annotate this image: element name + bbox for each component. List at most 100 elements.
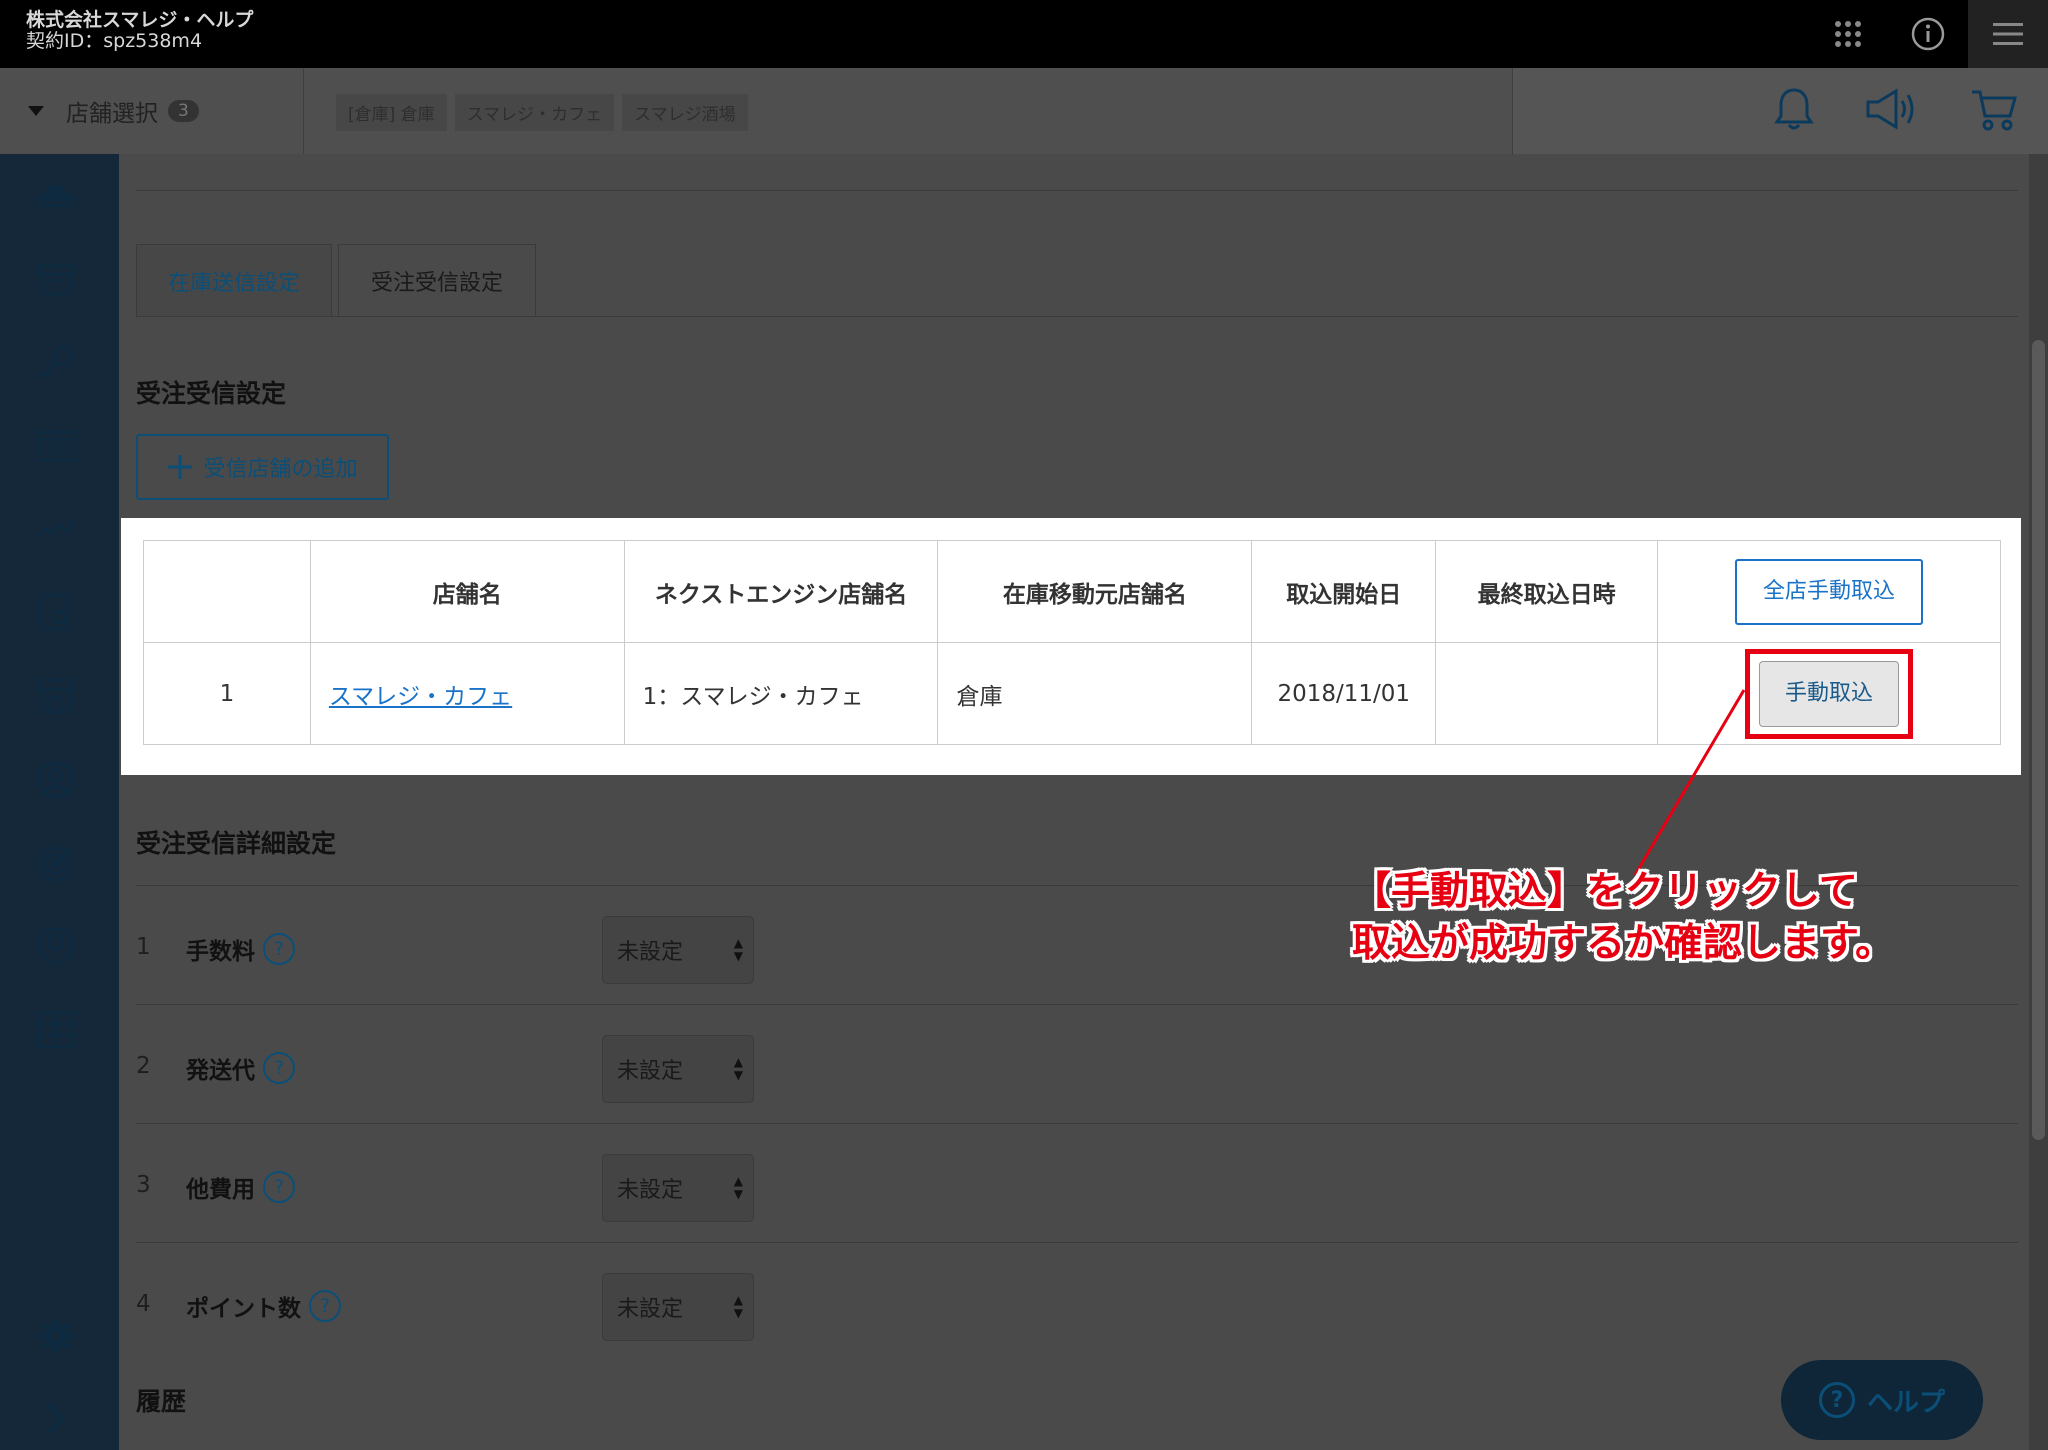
select-value: 未設定: [617, 1297, 684, 1322]
col-action: 全店手動取込: [1657, 540, 2001, 643]
plus-icon: [168, 455, 193, 479]
store-bar: 店舗選択 3 [倉庫] 倉庫 スマレジ・カフェ スマレジ酒場: [0, 68, 2048, 154]
help-question-icon[interactable]: ?: [263, 1052, 295, 1084]
col-last-import: 最終取込日時: [1435, 540, 1659, 643]
table-header-row: 店舗名 ネクストエンジン店舗名 在庫移動元店舗名 取込開始日 最終取込日時 全店…: [143, 540, 2001, 643]
receive-store-table: 店舗名 ネクストエンジン店舗名 在庫移動元店舗名 取込開始日 最終取込日時 全店…: [143, 540, 2001, 745]
detail-label-text: 手数料: [186, 939, 255, 965]
detail-label: 手数料 ?: [186, 932, 295, 966]
detail-settings-title: 受注受信詳細設定: [136, 829, 337, 858]
user-icon[interactable]: [34, 924, 78, 968]
expand-chevron-icon[interactable]: [34, 1397, 78, 1441]
col-store-name: 店舗名: [309, 540, 625, 643]
archive-box-icon[interactable]: [34, 258, 78, 302]
detail-num: 4: [136, 1291, 151, 1317]
help-question-icon[interactable]: ?: [263, 1171, 295, 1203]
last-import-cell: [1435, 642, 1659, 745]
annotation-callout: 【手動取込】をクリックして 取込が成功するか確認します。: [1352, 866, 1894, 970]
store-icon[interactable]: [34, 674, 78, 718]
other-cost-select[interactable]: 未設定 ▲ ▼: [602, 1154, 754, 1222]
col-start-date: 取込開始日: [1251, 540, 1437, 643]
annotation-line-1: 【手動取込】をクリックして: [1352, 869, 1858, 914]
main-content: 在庫送信設定 受注受信設定 受注受信設定 受信店舗の追加 店舗名 ネクストエンジ…: [119, 154, 2029, 1450]
all-stores-manual-import-button[interactable]: 全店手動取込: [1735, 558, 1924, 625]
add-receive-store-button[interactable]: 受信店舗の追加: [136, 434, 389, 500]
fee-select[interactable]: 未設定 ▲ ▼: [602, 916, 754, 984]
gear-icon[interactable]: [34, 1314, 78, 1358]
scrollbar-thumb[interactable]: [2032, 340, 2045, 1140]
row-number: 1: [143, 642, 311, 745]
bell-icon[interactable]: [1774, 86, 1814, 136]
help-question-icon[interactable]: ?: [309, 1290, 341, 1322]
points-select[interactable]: 未設定 ▲ ▼: [602, 1273, 754, 1341]
select-arrows-icon: ▲ ▼: [733, 1174, 743, 1201]
manual-import-button[interactable]: 手動取込: [1759, 660, 1900, 727]
help-question-icon[interactable]: ?: [263, 933, 295, 965]
info-icon[interactable]: [1888, 0, 1968, 68]
store-name-cell: スマレジ・カフェ: [309, 642, 625, 745]
shipping-select[interactable]: 未設定 ▲ ▼: [602, 1035, 754, 1103]
company-info: 株式会社スマレジ・ヘルプ 契約ID：spz538m4: [26, 10, 253, 52]
start-date-cell: 2018/11/01: [1251, 642, 1437, 745]
help-button-label: ヘルプ: [1866, 1387, 1945, 1418]
select-arrows-icon: ▲ ▼: [733, 1055, 743, 1082]
tab-order-receive[interactable]: 受注受信設定: [338, 244, 536, 316]
action-cell: 手動取込: [1657, 642, 2001, 745]
help-button[interactable]: ? ヘルプ: [1781, 1360, 1983, 1440]
store-name-link[interactable]: スマレジ・カフェ: [329, 684, 512, 710]
table-row: 1 スマレジ・カフェ 1：スマレジ・カフェ 倉庫 2018/11/01 手動取込: [143, 642, 2001, 745]
tab-inventory-send[interactable]: 在庫送信設定: [136, 244, 332, 316]
add-button-label: 受信店舗の追加: [203, 457, 358, 482]
store-tag-warehouse: [倉庫] 倉庫: [336, 94, 447, 131]
detail-label-text: 他費用: [186, 1177, 255, 1203]
report-search-icon[interactable]: [34, 591, 78, 635]
detail-num: 2: [136, 1053, 151, 1079]
detail-row-shipping: 2 発送代 ? 未設定 ▲ ▼: [136, 1005, 2018, 1124]
user-circle-icon[interactable]: [34, 758, 78, 802]
select-arrows-icon: ▲ ▼: [733, 936, 743, 963]
cart-icon[interactable]: [1970, 86, 2018, 136]
caret-down-icon: [28, 106, 44, 116]
apps-grid-icon[interactable]: [1808, 0, 1888, 68]
detail-row-points: 4 ポイント数 ? 未設定 ▲ ▼: [136, 1243, 2018, 1362]
store-select-dropdown[interactable]: 店舗選択 3: [0, 68, 304, 154]
detail-label: 発送代 ?: [186, 1051, 295, 1085]
store-table-panel: 店舗名 ネクストエンジン店舗名 在庫移動元店舗名 取込開始日 最終取込日時 全店…: [121, 518, 2021, 775]
col-index: [143, 540, 311, 643]
ne-store-name-cell: 1：スマレジ・カフェ: [623, 642, 939, 745]
key-icon[interactable]: [34, 341, 78, 385]
col-ne-store-name: ネクストエンジン店舗名: [623, 540, 939, 643]
source-store-cell: 倉庫: [937, 642, 1253, 745]
divider: [136, 190, 2018, 191]
tab-divider: [136, 316, 2018, 317]
cloud-icon[interactable]: [34, 174, 78, 218]
detail-label-text: ポイント数: [186, 1296, 301, 1322]
store-count-badge: 3: [168, 100, 199, 122]
store-tag-cafe: スマレジ・カフェ: [454, 94, 615, 131]
detail-num: 3: [136, 1172, 151, 1198]
book-icon[interactable]: [34, 424, 78, 468]
grid-table-icon[interactable]: [34, 1008, 78, 1052]
company-name: 株式会社スマレジ・ヘルプ: [26, 9, 254, 31]
store-select-label: 店舗選択: [66, 101, 158, 127]
hamburger-menu-icon[interactable]: [1968, 0, 2048, 68]
history-title: 履歴: [136, 1387, 187, 1416]
megaphone-icon[interactable]: [1864, 87, 1920, 135]
page-scrollbar[interactable]: [2029, 154, 2048, 1450]
store-tag-bar: スマレジ酒場: [622, 94, 748, 131]
highlight-box: 手動取込: [1745, 648, 1914, 739]
detail-num: 1: [136, 934, 151, 960]
help-question-icon: ?: [1818, 1382, 1855, 1418]
sidebar: [0, 154, 119, 1450]
contract-id: 契約ID：spz538m4: [26, 30, 203, 52]
detail-row-other-cost: 3 他費用 ? 未設定 ▲ ▼: [136, 1124, 2018, 1243]
detail-label: ポイント数 ?: [186, 1289, 341, 1323]
detail-label: 他費用 ?: [186, 1170, 295, 1204]
chart-line-icon[interactable]: [34, 508, 78, 552]
target-icon[interactable]: [34, 841, 78, 885]
annotation-line-2: 取込が成功するか確認します。: [1352, 921, 1895, 966]
select-value: 未設定: [617, 940, 684, 965]
select-arrows-icon: ▲ ▼: [733, 1293, 743, 1320]
detail-label-text: 発送代: [186, 1058, 255, 1084]
order-receive-title: 受注受信設定: [136, 379, 287, 408]
